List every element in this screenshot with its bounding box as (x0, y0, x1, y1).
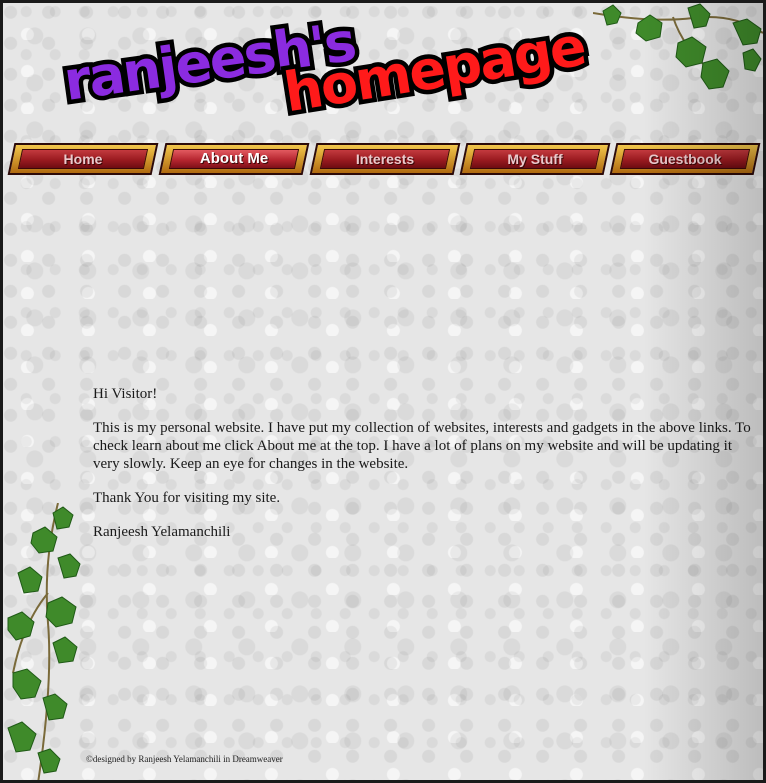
footer-credit: ©designed by Ranjeesh Yelamanchili in Dr… (86, 754, 283, 764)
nav-guestbook[interactable]: Guestbook (609, 143, 761, 175)
nav-home-label: Home (63, 151, 103, 167)
thanks-text: Thank You for visiting my site. (93, 490, 281, 506)
site-logo: ranjeesh's homepage (55, 5, 593, 128)
page-frame: ranjeesh's homepage Home About Me Intere… (0, 0, 766, 783)
greeting-text: Hi Visitor! (93, 386, 158, 402)
nav-my-stuff[interactable]: My Stuff (459, 143, 611, 175)
nav-home[interactable]: Home (7, 143, 159, 175)
intro-paragraph: This is my personal website. I have put … (93, 420, 751, 472)
main-content: Hi Visitor! This is my personal website.… (93, 385, 753, 557)
signature-text: Ranjeesh Yelamanchili (93, 524, 231, 540)
nav-about-me[interactable]: About Me (158, 143, 310, 175)
nav-about-me-label: About Me (199, 150, 269, 167)
ivy-vine-icon (593, 3, 763, 90)
nav-guestbook-label: Guestbook (648, 151, 722, 167)
main-nav: Home About Me Interests My Stuff Guestbo… (7, 143, 761, 179)
nav-interests-label: Interests (355, 151, 415, 167)
ivy-vine-icon (7, 503, 81, 780)
nav-interests[interactable]: Interests (309, 143, 461, 175)
nav-my-stuff-label: My Stuff (507, 151, 563, 167)
